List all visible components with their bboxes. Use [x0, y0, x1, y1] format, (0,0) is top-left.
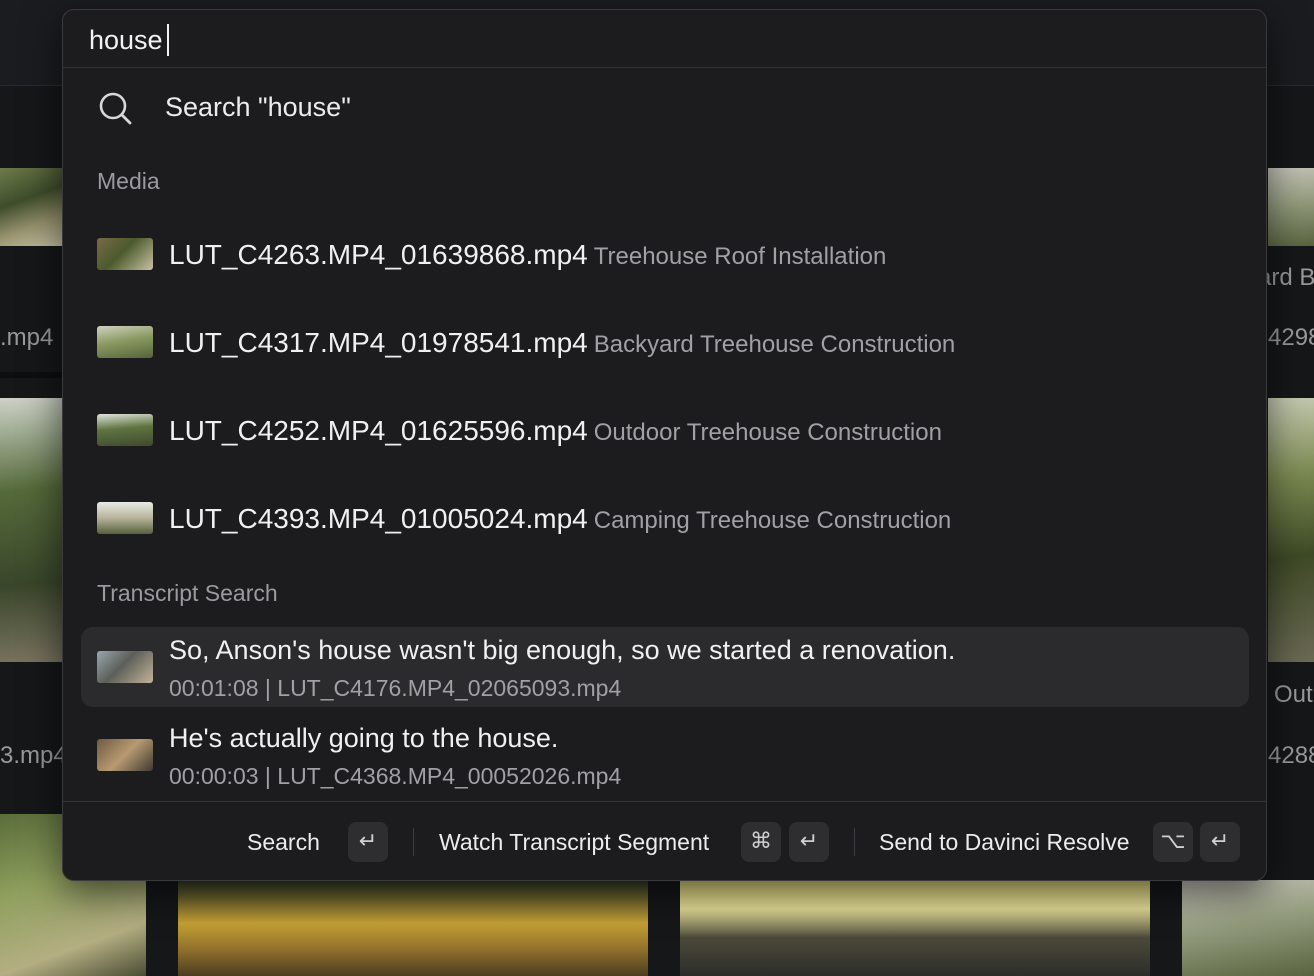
- background-clip-label: 3.mp4: [0, 742, 67, 769]
- media-thumbnail: [97, 326, 153, 358]
- command-key-icon: ⌘: [741, 822, 781, 862]
- footer-send-label[interactable]: Send to Davinci Resolve: [879, 829, 1130, 856]
- media-description: Backyard Treehouse Construction: [593, 331, 956, 358]
- search-action-item[interactable]: Search "house": [81, 72, 1249, 144]
- media-thumbnail: [97, 502, 153, 534]
- media-thumbnail: [97, 414, 153, 446]
- background-clip-label: 4288: [1268, 742, 1314, 769]
- action-footer: Search ↵ Watch Transcript Segment ⌘ ↵ Se…: [63, 801, 1266, 880]
- media-description: Camping Treehouse Construction: [593, 507, 952, 534]
- background-thumbnail: [1182, 880, 1314, 976]
- background-thumbnail: [0, 398, 62, 662]
- section-title-transcript: Transcript Search: [97, 580, 278, 606]
- footer-divider: [413, 828, 414, 856]
- media-thumbnail: [97, 238, 153, 270]
- media-filename: LUT_C4263.MP4_01639868.mp4: [169, 239, 588, 270]
- background-clip-label: Out: [1274, 681, 1313, 708]
- background-clip-label: .mp4: [0, 324, 54, 351]
- search-icon: [99, 92, 132, 125]
- transcript-text: So, Anson's house wasn't big enough, so …: [169, 635, 956, 665]
- background-thumbnail: [1268, 398, 1314, 662]
- transcript-thumbnail: [97, 651, 153, 683]
- transcript-item[interactable]: He's actually going to the house. 00:00:…: [81, 715, 1249, 795]
- search-input[interactable]: [89, 22, 1239, 58]
- background-divider: [0, 372, 62, 378]
- background-thumbnail: [0, 168, 62, 246]
- return-key-icon: ↵: [789, 822, 829, 862]
- transcript-item[interactable]: So, Anson's house wasn't big enough, so …: [81, 627, 1249, 707]
- text-cursor: [167, 24, 169, 56]
- media-item[interactable]: LUT_C4393.MP4_01005024.mp4 Camping Treeho…: [81, 478, 1249, 562]
- command-palette: Search "house" Media LUT_C4263.MP4_01639…: [62, 9, 1267, 881]
- return-key-icon: ↵: [1200, 822, 1240, 862]
- background-thumbnail: [1268, 168, 1314, 246]
- search-action-label: Search "house": [165, 92, 351, 122]
- media-item[interactable]: LUT_C4252.MP4_01625596.mp4 Outdoor Treeho…: [81, 390, 1249, 474]
- return-key-icon: ↵: [348, 822, 388, 862]
- transcript-meta: 00:01:08 | LUT_C4176.MP4_02065093.mp4: [169, 675, 622, 701]
- search-bar: [63, 10, 1266, 68]
- media-item[interactable]: LUT_C4317.MP4_01978541.mp4 Backyard Treeh…: [81, 302, 1249, 386]
- transcript-text: He's actually going to the house.: [169, 723, 559, 753]
- footer-search-label[interactable]: Search: [247, 829, 320, 856]
- transcript-thumbnail: [97, 739, 153, 771]
- background-thumbnail: [178, 880, 648, 976]
- media-description: Treehouse Roof Installation: [593, 243, 887, 270]
- footer-watch-label[interactable]: Watch Transcript Segment: [439, 829, 709, 856]
- media-filename: LUT_C4317.MP4_01978541.mp4: [169, 327, 588, 358]
- footer-divider: [854, 828, 855, 856]
- media-description: Outdoor Treehouse Construction: [593, 419, 942, 446]
- background-clip-label: 4298: [1268, 324, 1314, 351]
- media-filename: LUT_C4252.MP4_01625596.mp4: [169, 415, 588, 446]
- transcript-meta: 00:00:03 | LUT_C4368.MP4_00052026.mp4: [169, 763, 622, 789]
- media-item[interactable]: LUT_C4263.MP4_01639868.mp4 Treehouse Roof…: [81, 214, 1249, 298]
- section-title-media: Media: [97, 168, 160, 194]
- background-thumbnail: [680, 880, 1150, 976]
- option-key-icon: ⌥: [1153, 822, 1193, 862]
- media-filename: LUT_C4393.MP4_01005024.mp4: [169, 503, 588, 534]
